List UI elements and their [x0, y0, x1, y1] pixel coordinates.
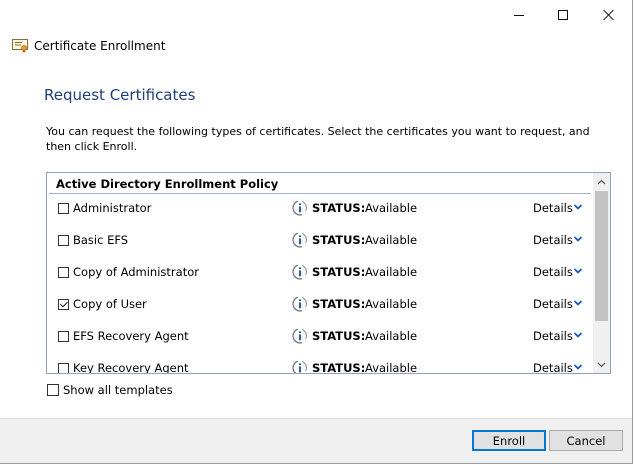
- status-label: STATUS:: [312, 201, 366, 215]
- certificate-checkbox[interactable]: [58, 363, 69, 373]
- certificate-row-basic-efs[interactable]: Basic EFS STATUS: Available Details: [47, 225, 593, 257]
- certificate-name: EFS Recovery Agent: [73, 329, 189, 343]
- status-value: Available: [365, 297, 418, 311]
- certificate-checkbox[interactable]: [58, 331, 69, 342]
- show-all-templates-option[interactable]: Show all templates: [47, 382, 173, 398]
- minimize-icon: [514, 14, 524, 16]
- certificate-name: Copy of User: [73, 297, 147, 311]
- status-label: STATUS:: [312, 265, 366, 279]
- maximize-button[interactable]: [540, 0, 586, 30]
- certificate-rows: Administrator STATUS: Available Details …: [47, 193, 593, 373]
- info-icon: [292, 264, 307, 280]
- certificate-row-copy-of-administrator[interactable]: Copy of Administrator STATUS: Available …: [47, 257, 593, 289]
- certificate-name: Key Recovery Agent: [73, 361, 189, 373]
- certificate-icon: [12, 39, 28, 53]
- status-value: Available: [365, 265, 418, 279]
- certificate-row-key-recovery-agent[interactable]: Key Recovery Agent STATUS: Available Det…: [47, 353, 593, 373]
- scroll-down-button[interactable]: [593, 356, 610, 373]
- scrollbar-thumb[interactable]: [595, 191, 608, 321]
- certificate-name: Basic EFS: [73, 233, 129, 247]
- status-label: STATUS:: [312, 233, 366, 247]
- status-value: Available: [365, 361, 418, 373]
- certificate-row-administrator[interactable]: Administrator STATUS: Available Details: [47, 193, 593, 225]
- vertical-scrollbar[interactable]: [593, 173, 610, 373]
- certificate-row-copy-of-user[interactable]: Copy of User STATUS: Available Details: [47, 289, 593, 321]
- chevron-down-icon[interactable]: [573, 299, 583, 307]
- title-bar: Certificate Enrollment: [12, 37, 165, 55]
- status-value: Available: [365, 201, 418, 215]
- close-button[interactable]: [586, 0, 632, 30]
- details-link[interactable]: Details: [533, 265, 573, 279]
- details-link[interactable]: Details: [533, 233, 573, 247]
- show-all-templates-checkbox[interactable]: [47, 384, 59, 396]
- info-icon: [292, 200, 307, 216]
- certificate-name: Copy of Administrator: [73, 265, 199, 279]
- chevron-down-icon[interactable]: [573, 331, 583, 339]
- details-link[interactable]: Details: [533, 297, 573, 311]
- certificate-checkbox[interactable]: [58, 299, 69, 310]
- certificate-checkbox[interactable]: [58, 267, 69, 278]
- chevron-down-icon: [597, 362, 606, 367]
- show-all-templates-label: Show all templates: [63, 383, 173, 397]
- status-label: STATUS:: [312, 329, 366, 343]
- status-label: STATUS:: [312, 297, 366, 311]
- chevron-down-icon[interactable]: [573, 203, 583, 211]
- scroll-up-button[interactable]: [593, 173, 610, 190]
- chevron-down-icon[interactable]: [573, 235, 583, 243]
- details-link[interactable]: Details: [533, 361, 573, 373]
- certificate-list[interactable]: Active Directory Enrollment Policy Admin…: [46, 172, 611, 374]
- info-icon: [292, 232, 307, 248]
- info-icon: [292, 296, 307, 312]
- info-icon: [292, 328, 307, 344]
- certificate-checkbox[interactable]: [58, 235, 69, 246]
- certificate-checkbox[interactable]: [58, 203, 69, 214]
- status-value: Available: [365, 329, 418, 343]
- chevron-up-icon: [597, 179, 606, 184]
- status-label: STATUS:: [312, 361, 366, 373]
- policy-header: Active Directory Enrollment Policy: [56, 177, 279, 191]
- certificate-name: Administrator: [73, 201, 152, 215]
- details-link[interactable]: Details: [533, 201, 573, 215]
- enroll-button[interactable]: Enroll: [472, 430, 546, 451]
- details-link[interactable]: Details: [533, 329, 573, 343]
- dialog-footer: Enroll Cancel: [0, 418, 632, 463]
- chevron-down-icon[interactable]: [573, 363, 583, 371]
- maximize-icon: [558, 10, 568, 20]
- close-icon: [603, 9, 615, 21]
- minimize-button[interactable]: [496, 0, 542, 30]
- status-value: Available: [365, 233, 418, 247]
- chevron-down-icon[interactable]: [573, 267, 583, 275]
- window-title: Certificate Enrollment: [34, 39, 166, 53]
- page-title: Request Certificates: [44, 86, 196, 104]
- info-icon: [292, 360, 307, 373]
- cancel-button[interactable]: Cancel: [549, 430, 623, 451]
- certificate-row-efs-recovery-agent[interactable]: EFS Recovery Agent STATUS: Available Det…: [47, 321, 593, 353]
- page-description: You can request the following types of c…: [46, 125, 590, 153]
- certificate-enrollment-window: Certificate Enrollment Request Certifica…: [0, 0, 633, 464]
